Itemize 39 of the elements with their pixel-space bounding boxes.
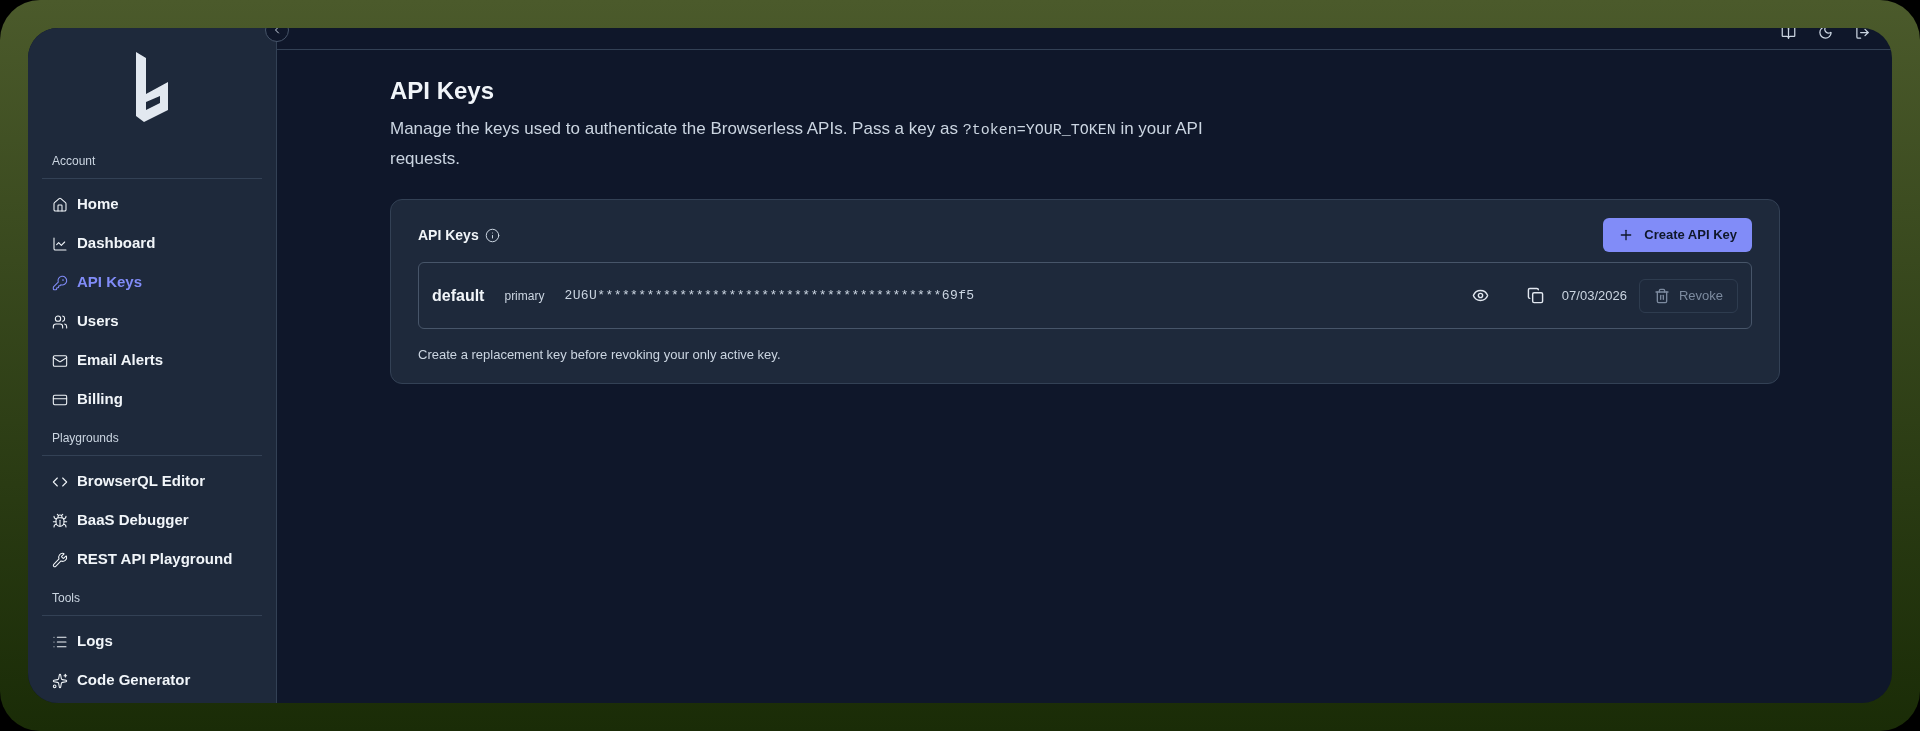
bug-icon bbox=[52, 512, 68, 529]
create-api-key-button[interactable]: Create API Key bbox=[1603, 218, 1752, 252]
card-note: Create a replacement key before revoking your only active key. bbox=[418, 346, 782, 364]
sidebar-item[interactable]: Dashboard bbox=[42, 224, 262, 263]
sidebar-item[interactable]: API Keys bbox=[42, 263, 262, 302]
sidebar-item[interactable]: Logs bbox=[42, 622, 262, 661]
card-title: API Keys bbox=[418, 225, 479, 245]
wrench-icon bbox=[52, 551, 68, 568]
info-icon[interactable] bbox=[484, 227, 500, 243]
sparkles-icon bbox=[52, 672, 68, 689]
moon-icon[interactable] bbox=[1818, 28, 1833, 40]
users-icon bbox=[52, 313, 68, 330]
key-name: default bbox=[432, 285, 485, 306]
chart-icon bbox=[52, 235, 68, 252]
book-icon[interactable] bbox=[1781, 28, 1796, 40]
sidebar-item[interactable]: Home bbox=[42, 185, 262, 224]
section-heading: Playgrounds bbox=[52, 431, 119, 445]
section-heading: Tools bbox=[52, 591, 80, 605]
sidebar-item[interactable]: Code Generator bbox=[42, 661, 262, 700]
key-label: primary bbox=[504, 287, 545, 305]
sidebar-item[interactable]: BaaS Debugger bbox=[42, 501, 262, 540]
mail-icon bbox=[52, 352, 68, 369]
page-title: API Keys bbox=[390, 76, 496, 106]
logo-icon bbox=[134, 50, 170, 122]
home-icon bbox=[52, 196, 68, 213]
sidebar-item[interactable]: Billing bbox=[42, 380, 262, 419]
sidebar-item[interactable]: REST API Playground bbox=[42, 540, 262, 579]
logout-icon[interactable] bbox=[1855, 28, 1870, 40]
sidebar-item[interactable]: Users bbox=[42, 302, 262, 341]
copy-icon bbox=[1526, 287, 1544, 304]
key-date: 07/03/2026 bbox=[1561, 286, 1627, 305]
section-heading: Account bbox=[52, 154, 96, 168]
masked-key: 2U6U******************************************69f5 bbox=[564, 285, 975, 306]
key-icon bbox=[52, 274, 68, 291]
page-description: Manage the keys used to authenticate the Browserless APIs. Pass a key as ?token=YOUR_TOKEN in your API requests. bbox=[390, 118, 1204, 170]
eye-icon bbox=[1471, 287, 1489, 304]
trash-icon bbox=[1653, 287, 1670, 304]
sidebar-item[interactable]: BrowserQL Editor bbox=[42, 462, 262, 501]
sidebar-item[interactable]: Email Alerts bbox=[42, 341, 262, 380]
